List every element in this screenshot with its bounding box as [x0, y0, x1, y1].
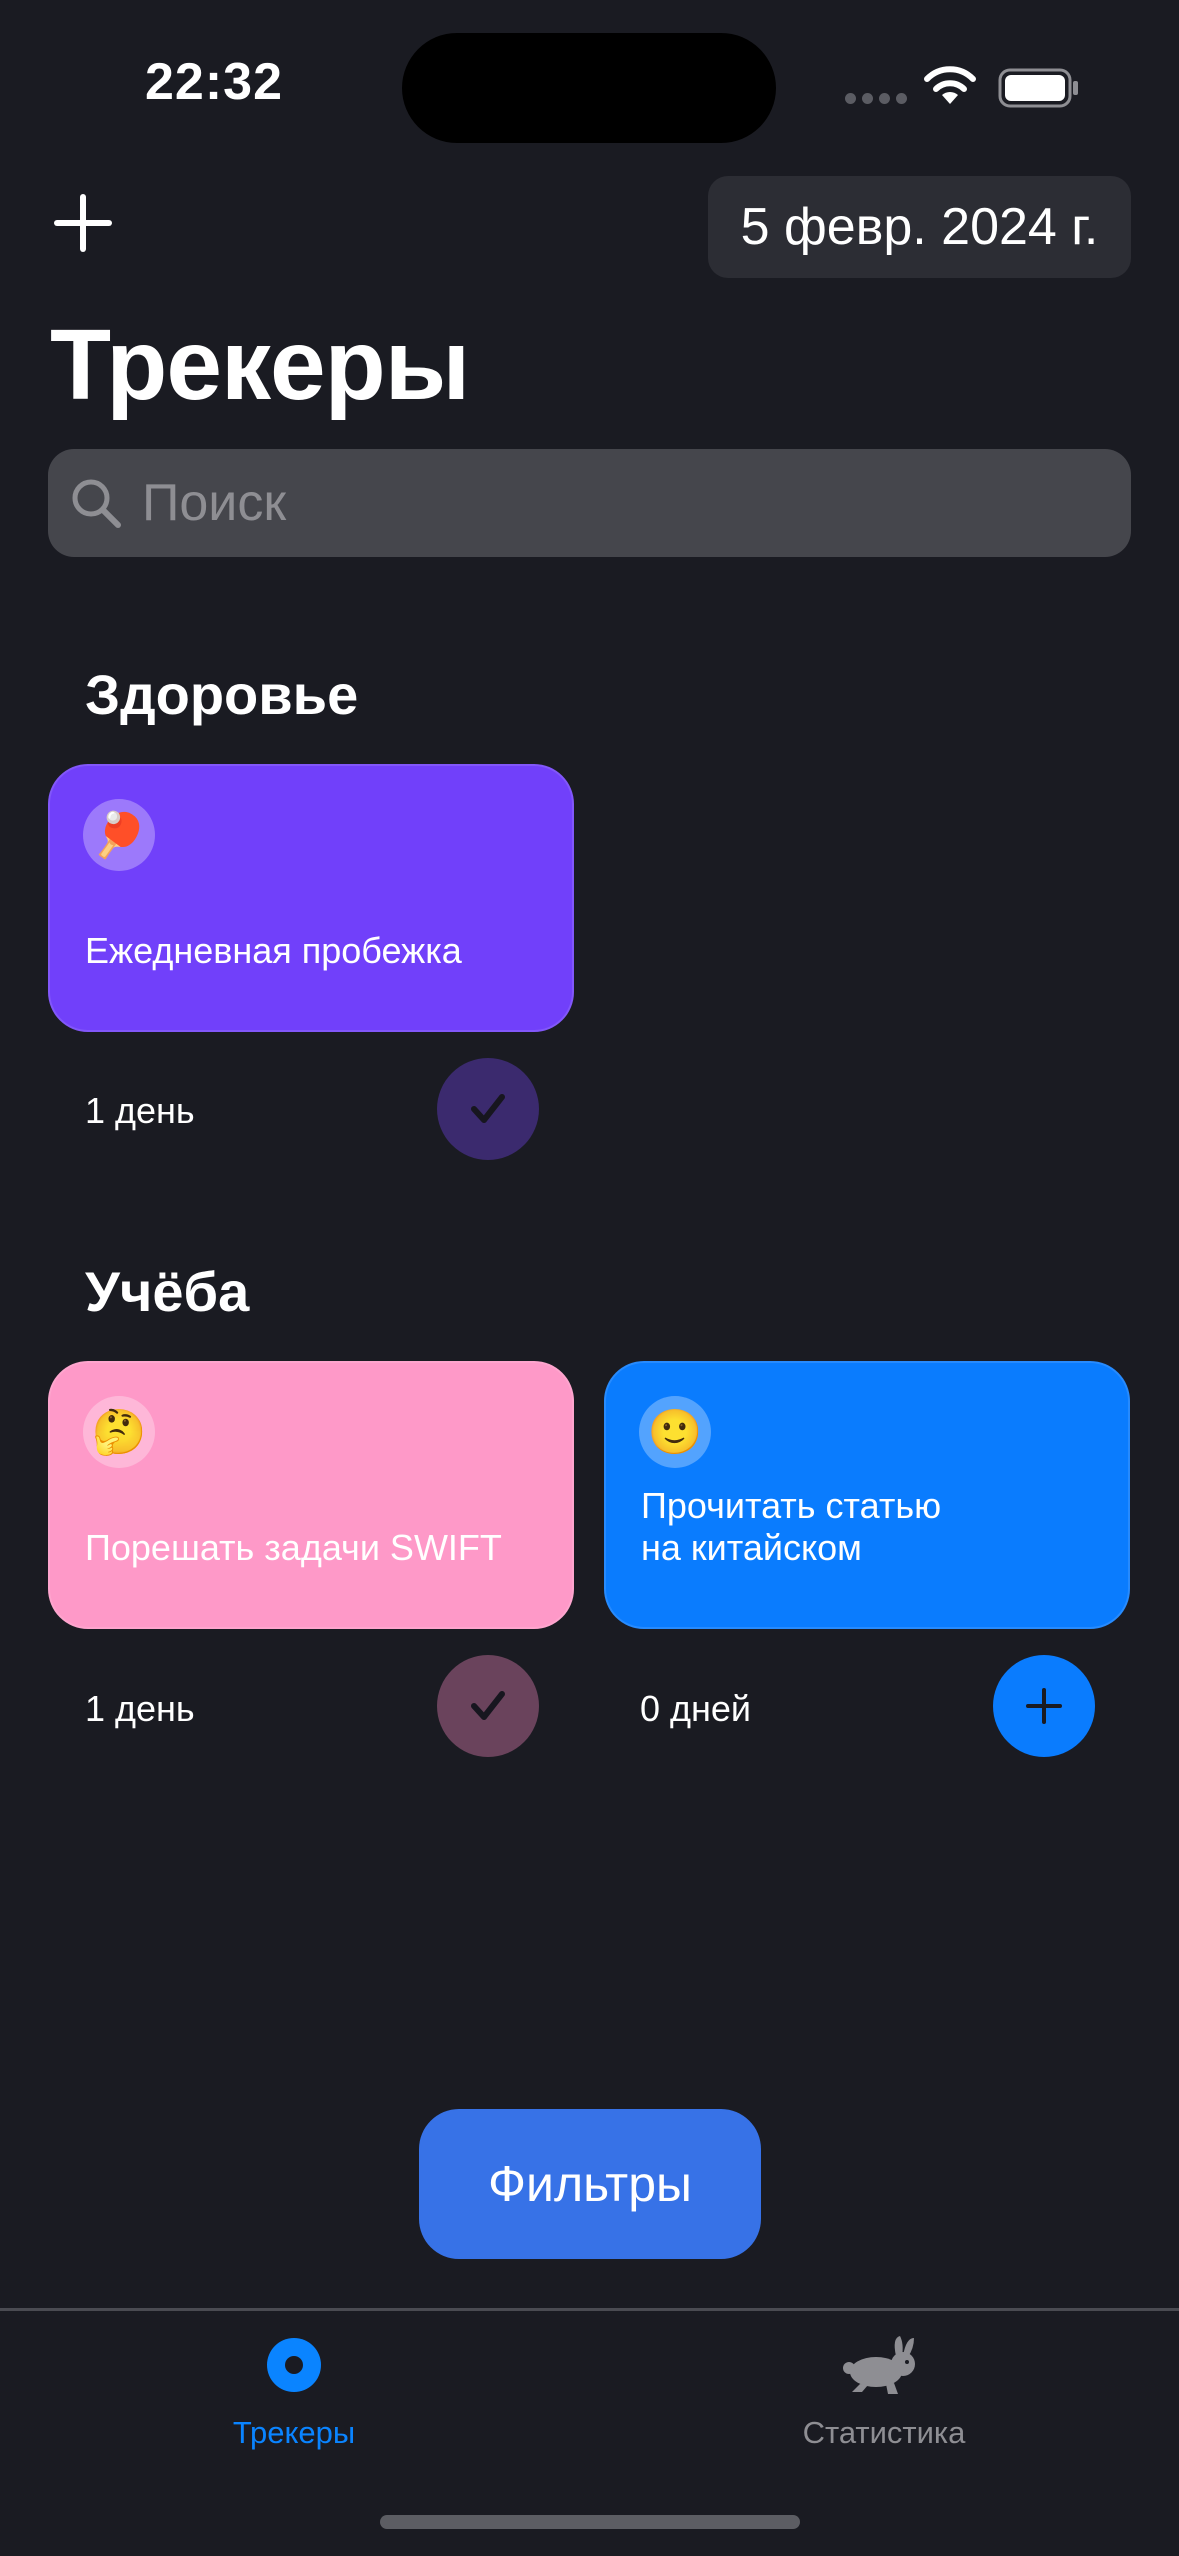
tracker-complete-button[interactable]: [437, 1655, 539, 1757]
home-indicator: [380, 2515, 800, 2529]
tracker-complete-button[interactable]: [437, 1058, 539, 1160]
tabbar-divider: [0, 2308, 1179, 2311]
checkmark-icon: [471, 1094, 505, 1123]
tracker-title: Прочитать статью на китайском: [641, 1485, 942, 1568]
tab-statistics[interactable]: Статистика: [734, 2330, 1034, 2450]
tracker-emoji: 🏓: [83, 799, 155, 871]
cellular-signal-icon: [845, 93, 907, 104]
tracker-title: Ежедневная пробежка: [85, 930, 462, 971]
page-title: Трекеры: [50, 309, 470, 421]
tracker-emoji: 🙂: [639, 1396, 711, 1468]
search-input[interactable]: [142, 473, 1092, 533]
tracker-days-count: 1 день: [85, 1688, 195, 1729]
tracker-dot-icon: [267, 2338, 321, 2392]
tab-trackers[interactable]: Трекеры: [144, 2330, 444, 2450]
screen: 22:32 5 февр. 2024 г. Трекеры Здоровье 🏓…: [0, 0, 1179, 2556]
tracker-days-count: 1 день: [85, 1090, 195, 1131]
rabbit-icon: [843, 2336, 915, 2394]
section-title-health: Здоровье: [85, 663, 359, 726]
tracker-days-count: 0 дней: [640, 1688, 752, 1729]
add-tracker-button[interactable]: [50, 190, 116, 256]
date-picker-button[interactable]: 5 февр. 2024 г.: [708, 176, 1131, 278]
tab-label: Статистика: [802, 2415, 966, 2450]
tracker-title: Порешать задачи SWIFT: [85, 1527, 502, 1568]
tracker-add-button[interactable]: [993, 1655, 1095, 1757]
search-icon: [72, 479, 121, 528]
tracker-card[interactable]: 🤔 Порешать задачи SWIFT: [48, 1361, 574, 1629]
tracker-emoji: 🤔: [83, 1396, 155, 1468]
tab-label: Трекеры: [232, 2415, 356, 2450]
battery-icon: [998, 68, 1078, 108]
wifi-icon: [924, 66, 976, 104]
tracker-card[interactable]: 🙂 Прочитать статью на китайском: [604, 1361, 1130, 1629]
tracker-card[interactable]: 🏓 Ежедневная пробежка: [48, 764, 574, 1032]
plus-icon: [1026, 1688, 1062, 1724]
filters-button[interactable]: Фильтры: [419, 2109, 761, 2259]
search-bar[interactable]: [48, 449, 1131, 557]
checkmark-icon: [471, 1691, 505, 1720]
status-time: 22:32: [145, 53, 283, 111]
section-title-study: Учёба: [85, 1260, 250, 1323]
dynamic-island: [402, 33, 776, 143]
